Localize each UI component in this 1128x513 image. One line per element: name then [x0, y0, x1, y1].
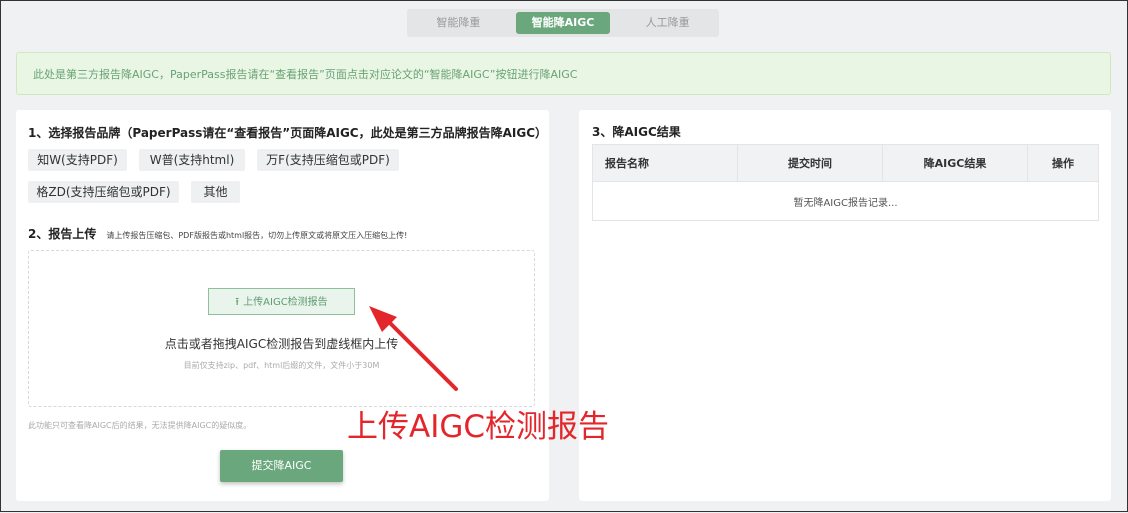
section3-title: 3、降AIGC结果 — [592, 125, 681, 139]
upload-report-label: 上传AIGC检测报告 — [243, 297, 328, 308]
table-row: 暂无降AIGC报告记录... — [592, 181, 1099, 221]
aigc-disclaimer: 此功能只可查看降AIGC后的结果，无法提供降AIGC的疑似度。 — [28, 421, 252, 430]
column-actions: 操作 — [1027, 144, 1099, 182]
results-table: 报告名称 提交时间 降AIGC结果 操作 暂无降AIGC报告记录... — [592, 144, 1099, 221]
notice-banner: 此处是第三方报告降AIGC，PaperPass报告请在“查看报告”页面点击对应论… — [16, 52, 1111, 95]
mode-tabs: 智能降重 智能降AIGC 人工降重 — [407, 9, 719, 37]
brand-button-wanf[interactable]: 万F(支持压缩包或PDF) — [257, 149, 399, 171]
upload-report-button[interactable]: ⭱ 上传AIGC检测报告 — [208, 288, 355, 315]
tab-smart-aigc[interactable]: 智能降AIGC — [515, 12, 611, 34]
dropzone-file-limits: 目前仅支持zip、pdf、html后缀的文件，文件小于30M — [183, 361, 380, 370]
tab-manual-rewrite[interactable]: 人工降重 — [620, 12, 715, 34]
brand-button-wpu[interactable]: W普(支持html) — [139, 149, 245, 171]
column-report-name: 报告名称 — [592, 144, 738, 182]
brand-button-other[interactable]: 其他 — [191, 181, 240, 203]
results-panel: 3、降AIGC结果 报告名称 提交时间 降AIGC结果 操作 暂无降AIGC报告… — [579, 110, 1111, 501]
section2-title-row: 2、报告上传 请上传报告压缩包、PDF版报告或html报告，切勿上传原文或将原文压… — [28, 225, 407, 242]
empty-results-message: 暂无降AIGC报告记录... — [592, 181, 1099, 221]
submit-aigc-button[interactable]: 提交降AIGC — [220, 450, 343, 482]
brand-button-zhiw[interactable]: 知W(支持PDF) — [28, 149, 127, 171]
tab-smart-rewrite[interactable]: 智能降重 — [411, 12, 506, 34]
dropzone-instruction: 点击或者拖拽AIGC检测报告到虚线框内上传 — [164, 337, 399, 351]
brand-button-gezd[interactable]: 格ZD(支持压缩包或PDF) — [28, 181, 179, 203]
section2-title: 2、报告上传 — [28, 227, 97, 241]
section1-title: 1、选择报告品牌（PaperPass请在“查看报告”页面降AIGC，此处是第三方… — [28, 126, 548, 140]
table-header-row: 报告名称 提交时间 降AIGC结果 操作 — [592, 144, 1099, 182]
upload-icon: ⭱ — [235, 295, 240, 308]
upload-dropzone[interactable]: ⭱ 上传AIGC检测报告 点击或者拖拽AIGC检测报告到虚线框内上传 目前仅支持z… — [28, 250, 535, 407]
annotation-label: 上传AIGC检测报告 — [347, 409, 610, 445]
section2-hint: 请上传报告压缩包、PDF版报告或html报告，切勿上传原文或将原文压入压缩包上传… — [106, 231, 408, 240]
column-aigc-result: 降AIGC结果 — [882, 144, 1028, 182]
column-submit-time: 提交时间 — [737, 144, 883, 182]
